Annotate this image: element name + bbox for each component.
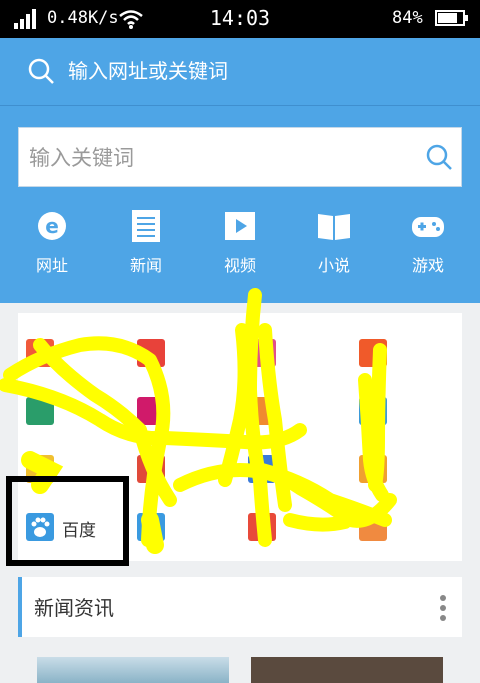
keyword-search-input[interactable]: 输入关键词 <box>18 127 462 187</box>
category-label: 网址 <box>35 256 68 275</box>
category-label: 游戏 <box>411 256 444 275</box>
category-urls[interactable]: e 网址 <box>12 208 92 276</box>
site-shortcut[interactable] <box>18 327 129 377</box>
site-icon <box>248 397 276 425</box>
site-shortcut[interactable] <box>240 385 351 435</box>
site-icon <box>137 455 165 483</box>
category-news[interactable]: 新闻 <box>106 208 186 276</box>
category-label: 视频 <box>223 256 256 275</box>
site-shortcut[interactable] <box>129 501 240 551</box>
highlight-box <box>6 476 129 566</box>
status-bar: 0.48K/s 14:03 84% <box>0 0 480 38</box>
site-icon <box>26 397 54 425</box>
search-icon <box>28 58 54 84</box>
url-bar-placeholder: 输入网址或关键词 <box>68 59 228 83</box>
site-icon <box>359 339 387 367</box>
news-section: 新闻资讯 <box>18 577 462 637</box>
category-video[interactable]: 视频 <box>200 208 280 276</box>
site-shortcut[interactable] <box>240 501 351 551</box>
site-icon <box>248 339 276 367</box>
site-shortcut[interactable] <box>351 327 462 377</box>
site-shortcut[interactable] <box>351 385 462 435</box>
category-label: 新闻 <box>129 256 162 275</box>
news-thumbnail[interactable] <box>251 657 443 683</box>
gamepad-icon <box>412 217 444 237</box>
site-icon <box>26 339 54 367</box>
site-icon <box>359 397 387 425</box>
more-options-icon[interactable] <box>440 595 446 621</box>
site-icon <box>137 513 165 541</box>
battery-percent: 84% <box>392 8 423 28</box>
site-icon <box>359 513 387 541</box>
site-shortcut[interactable] <box>129 385 240 435</box>
site-shortcut[interactable] <box>351 443 462 493</box>
site-icon <box>137 397 165 425</box>
video-icon <box>225 212 255 240</box>
site-shortcut[interactable] <box>351 501 462 551</box>
category-games[interactable]: 游戏 <box>388 208 468 276</box>
site-shortcut[interactable] <box>240 443 351 493</box>
site-shortcut[interactable] <box>129 327 240 377</box>
site-icon <box>248 455 276 483</box>
ie-icon: e <box>38 212 66 240</box>
news-icon <box>132 210 160 242</box>
site-shortcut[interactable] <box>18 385 129 435</box>
header: 输入网址或关键词 输入关键词 e 网址 新闻 视频 小说 游戏 <box>0 38 480 303</box>
category-nav: e 网址 新闻 视频 小说 游戏 <box>0 208 480 288</box>
site-icon <box>359 455 387 483</box>
site-shortcut[interactable] <box>129 443 240 493</box>
svg-text:e: e <box>45 214 59 238</box>
site-shortcut[interactable] <box>240 327 351 377</box>
section-accent-bar <box>18 577 22 637</box>
news-thumbnail[interactable] <box>37 657 229 683</box>
url-bar[interactable]: 输入网址或关键词 <box>0 38 480 106</box>
keyword-placeholder: 输入关键词 <box>29 146 134 170</box>
site-icon <box>248 513 276 541</box>
site-icon <box>137 339 165 367</box>
section-title: 新闻资讯 <box>34 596 114 620</box>
category-label: 小说 <box>317 256 350 275</box>
category-novel[interactable]: 小说 <box>294 208 374 276</box>
book-icon <box>318 214 350 240</box>
search-icon[interactable] <box>425 143 453 171</box>
battery-icon <box>435 10 468 26</box>
